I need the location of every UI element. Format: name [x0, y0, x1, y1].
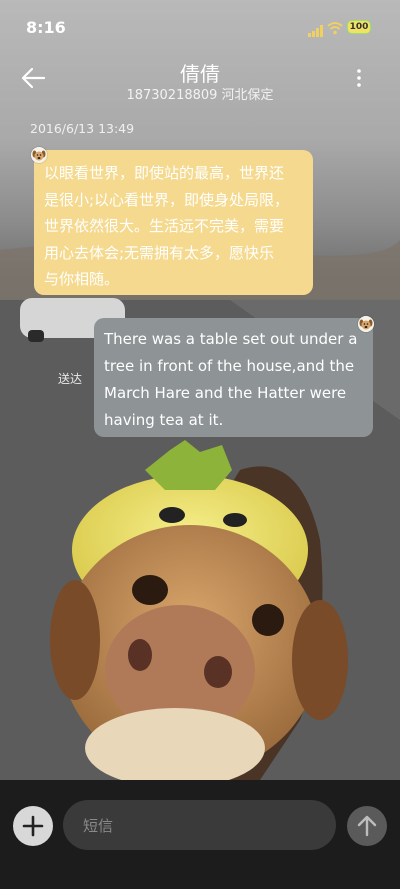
signal-icon — [308, 22, 324, 41]
incoming-message-bubble[interactable]: 以眼看世界，即使站的最高，世界还 是很小;以心看世界，即使身处局限， 世界依然很… — [34, 150, 313, 295]
message-line: 世界依然很大。生活远不完美，需要 — [44, 217, 285, 235]
send-button[interactable] — [347, 806, 387, 846]
message-input[interactable]: 短信 — [63, 800, 336, 850]
delivery-status: 送达 — [58, 372, 83, 386]
message-line: There was a table set out under a — [104, 330, 358, 348]
message-line: 用心去体会;无需拥有太多，愿快乐 — [44, 243, 275, 262]
message-line: tree in front of the house,and the — [104, 357, 355, 375]
status-time: 8:16 — [26, 18, 66, 37]
message-input-placeholder: 短信 — [83, 817, 114, 835]
add-attachment-button[interactable] — [13, 806, 53, 846]
message-line: March Hare and the Hatter were — [104, 384, 347, 402]
contact-name: 倩倩 — [180, 62, 220, 86]
send-arrow-icon — [357, 815, 377, 837]
dog-avatar-icon[interactable] — [358, 316, 374, 332]
message-line: 与你相随。 — [44, 270, 120, 288]
message-line: 是很小;以心看世界，即使身处局限， — [44, 190, 290, 209]
message-line: 以眼看世界，即使站的最高，世界还 — [44, 164, 285, 182]
message-date: 2016/6/13 13:49 — [30, 121, 135, 136]
dog-avatar-icon[interactable] — [31, 147, 47, 163]
outgoing-message-bubble[interactable]: There was a table set out under a tree i… — [94, 318, 373, 437]
battery-icon: 100 — [347, 20, 371, 34]
message-line: having tea at it. — [104, 411, 224, 429]
more-vertical-icon[interactable] — [350, 66, 368, 90]
status-bar: 8:16 100 — [0, 0, 400, 56]
plus-icon — [22, 815, 44, 837]
wifi-icon — [327, 20, 343, 39]
contact-detail: 18730218809 河北保定 — [126, 88, 274, 103]
